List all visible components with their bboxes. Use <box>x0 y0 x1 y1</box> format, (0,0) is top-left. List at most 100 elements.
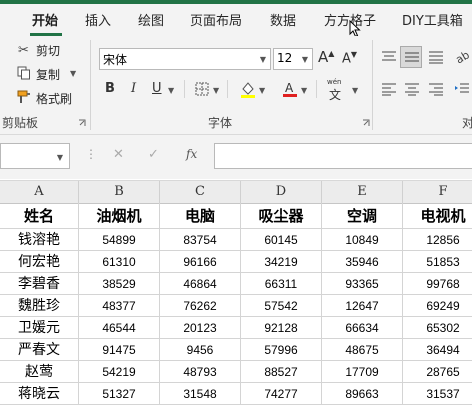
column-header-b[interactable]: B <box>79 181 160 203</box>
table-header-cell[interactable]: 电脑 <box>160 203 241 229</box>
shrink-font-button[interactable]: A▼ <box>342 50 357 66</box>
value-cell[interactable]: 20123 <box>160 317 241 339</box>
align-left-icon[interactable] <box>381 82 397 96</box>
grow-font-button[interactable]: A▲ <box>318 48 334 66</box>
align-right-icon[interactable] <box>428 82 444 96</box>
value-cell[interactable]: 34219 <box>241 251 322 273</box>
value-cell[interactable]: 76262 <box>160 295 241 317</box>
value-cell[interactable]: 17709 <box>322 361 403 383</box>
copy-button[interactable]: 复制 <box>36 66 60 83</box>
font-color-dropdown-chevron-icon[interactable]: ▼ <box>301 86 307 95</box>
tab-insert[interactable]: 插入 <box>85 10 111 29</box>
value-cell[interactable]: 48377 <box>79 295 160 317</box>
value-cell[interactable]: 31537 <box>403 383 472 405</box>
column-header-a[interactable]: A <box>0 181 79 203</box>
value-cell[interactable]: 65302 <box>403 317 472 339</box>
value-cell[interactable]: 54219 <box>79 361 160 383</box>
insert-function-icon[interactable]: fx <box>186 147 197 161</box>
italic-button[interactable]: I <box>131 81 136 96</box>
name-cell[interactable]: 何宏艳 <box>0 251 79 273</box>
font-size-select[interactable]: 12 ▼ <box>273 48 313 70</box>
confirm-entry-icon[interactable]: ✓ <box>148 147 159 162</box>
value-cell[interactable]: 48675 <box>322 339 403 361</box>
copy-dropdown-chevron-icon[interactable]: ▼ <box>70 69 76 78</box>
value-cell[interactable]: 93365 <box>322 273 403 295</box>
value-cell[interactable]: 46864 <box>160 273 241 295</box>
value-cell[interactable]: 36494 <box>403 339 472 361</box>
fill-color-icon[interactable] <box>240 80 256 98</box>
name-cell[interactable]: 蒋晓云 <box>0 383 79 405</box>
tab-home[interactable]: 开始 <box>32 10 58 29</box>
bold-button[interactable]: B <box>105 81 115 96</box>
name-cell[interactable]: 赵莺 <box>0 361 79 383</box>
table-header-cell[interactable]: 电视机 <box>403 203 472 229</box>
font-dialog-launcher-icon[interactable] <box>362 119 370 127</box>
formula-input[interactable] <box>214 143 472 169</box>
borders-dropdown-chevron-icon[interactable]: ▼ <box>213 86 219 95</box>
value-cell[interactable]: 69249 <box>403 295 472 317</box>
name-cell[interactable]: 李碧香 <box>0 273 79 295</box>
name-cell[interactable]: 卫媛元 <box>0 317 79 339</box>
value-cell[interactable]: 10849 <box>322 229 403 251</box>
value-cell[interactable]: 66311 <box>241 273 322 295</box>
fill-color-dropdown-chevron-icon[interactable]: ▼ <box>259 86 265 95</box>
align-bottom-icon[interactable] <box>428 50 444 64</box>
name-box-chevron-down-icon[interactable]: ▼ <box>57 153 63 162</box>
align-middle-button[interactable] <box>400 46 422 68</box>
phonetic-guide-button[interactable]: wén 文 <box>326 78 348 102</box>
name-box[interactable]: ▼ <box>0 143 70 169</box>
underline-button[interactable]: U <box>152 81 162 96</box>
value-cell[interactable]: 60145 <box>241 229 322 251</box>
value-cell[interactable]: 96166 <box>160 251 241 273</box>
column-header-f[interactable]: F <box>403 181 472 203</box>
value-cell[interactable]: 51327 <box>79 383 160 405</box>
value-cell[interactable]: 92128 <box>241 317 322 339</box>
value-cell[interactable]: 61310 <box>79 251 160 273</box>
tab-data[interactable]: 数据 <box>270 10 296 29</box>
value-cell[interactable]: 54899 <box>79 229 160 251</box>
value-cell[interactable]: 35946 <box>322 251 403 273</box>
cut-button[interactable]: 剪切 <box>36 42 60 59</box>
table-header-cell[interactable]: 吸尘器 <box>241 203 322 229</box>
align-center-icon[interactable] <box>404 82 420 96</box>
borders-icon[interactable] <box>195 82 209 96</box>
value-cell[interactable]: 51853 <box>403 251 472 273</box>
value-cell[interactable]: 91475 <box>79 339 160 361</box>
value-cell[interactable]: 31548 <box>160 383 241 405</box>
cancel-entry-icon[interactable]: ✕ <box>113 147 124 162</box>
value-cell[interactable]: 89663 <box>322 383 403 405</box>
indent-icon[interactable] <box>454 82 470 96</box>
name-cell[interactable]: 严春文 <box>0 339 79 361</box>
format-painter-button[interactable]: 格式刷 <box>36 90 72 107</box>
column-header-e[interactable]: E <box>322 181 403 203</box>
table-header-cell[interactable]: 姓名 <box>0 203 79 229</box>
tab-diy-toolbox[interactable]: DIY工具箱 <box>402 10 463 29</box>
font-color-icon[interactable]: A <box>282 80 298 98</box>
name-cell[interactable]: 钱溶艳 <box>0 229 79 251</box>
value-cell[interactable]: 88527 <box>241 361 322 383</box>
value-cell[interactable]: 12856 <box>403 229 472 251</box>
font-name-select[interactable]: 宋体 ▼ <box>99 48 271 70</box>
value-cell[interactable]: 99768 <box>403 273 472 295</box>
align-top-icon[interactable] <box>381 50 397 64</box>
table-header-cell[interactable]: 油烟机 <box>79 203 160 229</box>
name-cell[interactable]: 魏胜珍 <box>0 295 79 317</box>
value-cell[interactable]: 57996 <box>241 339 322 361</box>
column-header-c[interactable]: C <box>160 181 241 203</box>
column-header-d[interactable]: D <box>241 181 322 203</box>
orientation-icon[interactable]: ab <box>454 48 470 64</box>
value-cell[interactable]: 38529 <box>79 273 160 295</box>
value-cell[interactable]: 74277 <box>241 383 322 405</box>
value-cell[interactable]: 48793 <box>160 361 241 383</box>
value-cell[interactable]: 83754 <box>160 229 241 251</box>
value-cell[interactable]: 12647 <box>322 295 403 317</box>
value-cell[interactable]: 46544 <box>79 317 160 339</box>
phonetic-dropdown-chevron-icon[interactable]: ▼ <box>352 86 358 95</box>
value-cell[interactable]: 57542 <box>241 295 322 317</box>
table-header-cell[interactable]: 空调 <box>322 203 403 229</box>
value-cell[interactable]: 9456 <box>160 339 241 361</box>
tab-page-layout[interactable]: 页面布局 <box>190 10 242 29</box>
clipboard-dialog-launcher-icon[interactable] <box>78 119 86 127</box>
underline-dropdown-chevron-icon[interactable]: ▼ <box>168 86 174 95</box>
tab-draw[interactable]: 绘图 <box>138 10 164 29</box>
